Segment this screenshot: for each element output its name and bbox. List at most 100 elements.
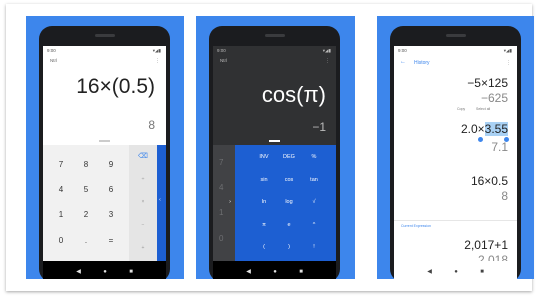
screenshot-panel-basic: 9:00 ▾◢▮ Ntrl ⋮ 16×(0.5) 8 7 8 9 4 5 6 1… bbox=[26, 16, 184, 279]
overflow-menu-icon[interactable]: ⋮ bbox=[155, 58, 160, 64]
nav-recents-icon[interactable]: ■ bbox=[129, 269, 133, 275]
key-8[interactable]: 8 bbox=[79, 160, 93, 170]
nav-recents-icon[interactable]: ■ bbox=[480, 269, 484, 275]
screenshot-panel-scientific: 9:00 ▾◢▮ Ntrl ⋮ cos(π) −1 7 4 1 0 › INV … bbox=[196, 16, 355, 279]
nav-back-icon[interactable]: ◀ bbox=[427, 269, 432, 275]
nav-home-icon[interactable]: ● bbox=[454, 269, 458, 275]
nav-home-icon[interactable]: ● bbox=[273, 269, 277, 275]
key-3[interactable]: 3 bbox=[104, 210, 118, 220]
status-icons: ▾◢▮ bbox=[503, 48, 512, 53]
advanced-panel-tab[interactable] bbox=[157, 145, 166, 261]
current-expression[interactable]: 2,017+1 bbox=[464, 238, 508, 252]
select-all-button[interactable]: Select all bbox=[476, 107, 490, 111]
dimmed-key-1: 1 bbox=[219, 208, 224, 217]
history-result[interactable]: 7.1 bbox=[491, 140, 508, 154]
key-equals[interactable]: = bbox=[104, 236, 118, 246]
calculator-screen: 9:00 ▾◢▮ Ntrl ⋮ 16×(0.5) 8 7 8 9 4 5 6 1… bbox=[43, 46, 166, 279]
speaker bbox=[95, 34, 115, 37]
overflow-menu-icon[interactable]: ⋮ bbox=[325, 58, 330, 64]
expression-prefix: 2.0× bbox=[460, 122, 485, 136]
current-expression-label: Current Expression bbox=[401, 224, 431, 228]
history-expression[interactable]: −5×125 bbox=[467, 76, 508, 90]
key-deg[interactable]: DEG bbox=[278, 154, 300, 160]
chevron-right-icon[interactable]: › bbox=[214, 199, 246, 205]
status-icons: ▾◢▮ bbox=[322, 48, 331, 53]
drag-handle[interactable] bbox=[269, 140, 280, 142]
result-display: 8 bbox=[148, 118, 155, 132]
status-icons: ▾◢▮ bbox=[152, 48, 161, 53]
expression-display[interactable]: cos(π) bbox=[262, 82, 326, 108]
key-pi[interactable]: π bbox=[253, 222, 275, 228]
selection-handle-start[interactable] bbox=[478, 137, 483, 142]
key-6[interactable]: 6 bbox=[104, 185, 118, 195]
status-bar: 9:00 ▾◢▮ bbox=[213, 46, 336, 55]
status-bar: 9:00 ▾◢▮ bbox=[394, 46, 517, 55]
result-display: −1 bbox=[312, 120, 326, 134]
speaker bbox=[265, 34, 285, 37]
key-sqrt[interactable]: √ bbox=[303, 199, 325, 205]
key-0[interactable]: 0 bbox=[54, 236, 68, 246]
nav-recents-icon[interactable]: ■ bbox=[299, 269, 303, 275]
expression-display[interactable]: 16×(0.5) bbox=[76, 75, 155, 99]
collage-frame: 9:00 ▾◢▮ Ntrl ⋮ 16×(0.5) 8 7 8 9 4 5 6 1… bbox=[6, 4, 534, 291]
status-bar: 9:00 ▾◢▮ bbox=[43, 46, 166, 55]
speaker bbox=[446, 34, 466, 37]
key-log[interactable]: log bbox=[278, 199, 300, 205]
key-power[interactable]: ^ bbox=[303, 222, 325, 228]
phone: 9:00 ▾◢▮ ← History ⋮ −5×125 −625 Copy Se… bbox=[390, 26, 521, 279]
key-ln[interactable]: ln bbox=[253, 199, 275, 205]
history-screen: 9:00 ▾◢▮ ← History ⋮ −5×125 −625 Copy Se… bbox=[394, 46, 517, 279]
dimmed-key-7: 7 bbox=[219, 158, 224, 167]
key-factorial[interactable]: ! bbox=[303, 244, 325, 250]
key-tan[interactable]: tan bbox=[303, 177, 325, 183]
history-expression[interactable]: 16×0.5 bbox=[471, 174, 508, 188]
key-minus[interactable]: − bbox=[137, 222, 149, 228]
key-sin[interactable]: sin bbox=[253, 177, 275, 183]
dimmed-key-4: 4 bbox=[219, 183, 224, 192]
copy-button[interactable]: Copy bbox=[457, 107, 465, 111]
nav-back-icon[interactable]: ◀ bbox=[246, 269, 251, 275]
key-close-paren[interactable]: ) bbox=[278, 244, 300, 250]
key-decimal[interactable]: . bbox=[79, 236, 93, 246]
key-2[interactable]: 2 bbox=[79, 210, 93, 220]
key-multiply[interactable]: × bbox=[137, 199, 149, 205]
overflow-menu-icon[interactable]: ⋮ bbox=[506, 60, 511, 66]
history-header bbox=[394, 55, 517, 70]
text-selection[interactable]: 3.55 bbox=[484, 122, 508, 136]
nav-home-icon[interactable]: ● bbox=[103, 269, 107, 275]
page-title: History bbox=[414, 60, 430, 66]
phone: 9:00 ▾◢▮ Ntrl ⋮ 16×(0.5) 8 7 8 9 4 5 6 1… bbox=[39, 26, 170, 279]
dimmed-key-0: 0 bbox=[219, 234, 224, 243]
history-result[interactable]: 8 bbox=[501, 189, 508, 203]
app-name: Ntrl bbox=[50, 58, 57, 63]
screenshot-panel-history: 9:00 ▾◢▮ ← History ⋮ −5×125 −625 Copy Se… bbox=[377, 16, 534, 279]
nav-back-icon[interactable]: ◀ bbox=[76, 269, 81, 275]
key-1[interactable]: 1 bbox=[54, 210, 68, 220]
phone: 9:00 ▾◢▮ Ntrl ⋮ cos(π) −1 7 4 1 0 › INV … bbox=[209, 26, 340, 279]
history-expression-selected[interactable]: 2.0×3.55 bbox=[461, 122, 508, 136]
chevron-left-icon[interactable]: ‹ bbox=[155, 197, 165, 203]
backspace-icon[interactable]: ⌫ bbox=[137, 152, 149, 160]
key-inv[interactable]: INV bbox=[253, 154, 275, 160]
back-arrow-icon[interactable]: ← bbox=[400, 59, 406, 65]
key-open-paren[interactable]: ( bbox=[253, 244, 275, 250]
app-name: Ntrl bbox=[220, 58, 227, 63]
key-5[interactable]: 5 bbox=[79, 185, 93, 195]
key-divide[interactable]: ÷ bbox=[137, 176, 149, 182]
key-7[interactable]: 7 bbox=[54, 160, 68, 170]
key-e[interactable]: e bbox=[278, 222, 300, 228]
android-nav-bar: ◀ ● ■ bbox=[394, 261, 517, 279]
status-time: 9:00 bbox=[217, 48, 226, 53]
key-cos[interactable]: cos bbox=[278, 177, 300, 183]
key-4[interactable]: 4 bbox=[54, 185, 68, 195]
history-result[interactable]: −625 bbox=[481, 91, 508, 105]
status-time: 9:00 bbox=[398, 48, 407, 53]
drag-handle[interactable] bbox=[99, 140, 110, 142]
status-time: 9:00 bbox=[47, 48, 56, 53]
key-percent[interactable]: % bbox=[303, 154, 325, 160]
android-nav-bar: ◀ ● ■ bbox=[213, 261, 336, 279]
calculator-screen: 9:00 ▾◢▮ Ntrl ⋮ cos(π) −1 7 4 1 0 › INV … bbox=[213, 46, 336, 279]
key-plus[interactable]: + bbox=[137, 245, 149, 251]
divider bbox=[394, 220, 517, 221]
key-9[interactable]: 9 bbox=[104, 160, 118, 170]
